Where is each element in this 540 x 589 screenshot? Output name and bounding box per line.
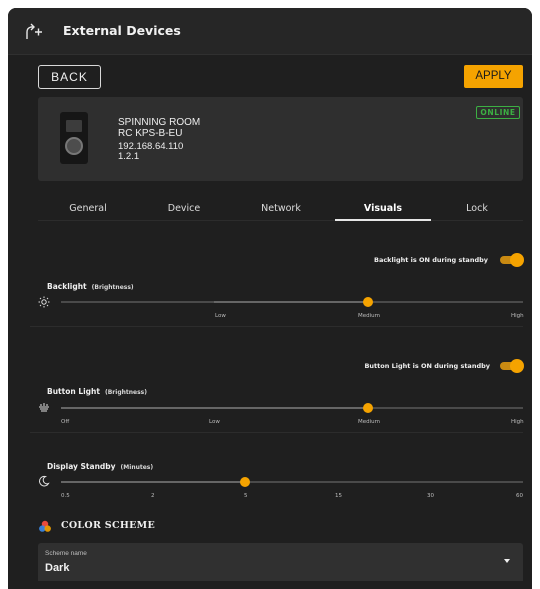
tab-bar: General Device Network Visuals Lock xyxy=(38,198,523,221)
backlight-tick-medium: Medium xyxy=(358,313,380,319)
tab-network[interactable]: Network xyxy=(235,203,327,221)
display-standby-tick: 0.5 xyxy=(61,493,70,499)
display-standby-tick: 5 xyxy=(244,493,248,499)
button-light-standby-toggle[interactable] xyxy=(500,359,524,373)
back-button[interactable]: BACK xyxy=(38,65,101,89)
title-bar: External Devices xyxy=(8,8,532,55)
device-image xyxy=(60,112,88,164)
section-divider xyxy=(30,326,523,327)
display-standby-slider-fill xyxy=(61,481,244,483)
page-title: External Devices xyxy=(63,23,181,38)
palette-icon xyxy=(39,520,51,532)
display-standby-slider-thumb[interactable] xyxy=(240,477,250,487)
display-standby-title: Display Standby (Minutes) xyxy=(47,462,154,471)
button-light-icon xyxy=(39,403,49,412)
button-light-slider-thumb[interactable] xyxy=(363,403,373,413)
backlight-standby-toggle[interactable] xyxy=(500,253,524,267)
button-light-tick-high: High xyxy=(511,419,524,425)
section-divider xyxy=(30,432,523,433)
button-light-tick-off: Off xyxy=(61,419,70,425)
button-light-title: Button Light (Brightness) xyxy=(47,387,147,396)
backlight-title: Backlight (Brightness) xyxy=(47,282,134,291)
external-devices-window: External Devices BACK APPLY SPINNING ROO… xyxy=(8,8,532,589)
device-model: RC KPS-B-EU xyxy=(118,128,183,139)
apply-button[interactable]: APPLY xyxy=(464,65,523,88)
display-standby-tick: 15 xyxy=(335,493,342,499)
tab-lock[interactable]: Lock xyxy=(431,203,523,221)
device-link-icon xyxy=(26,23,42,39)
backlight-tick-low: Low xyxy=(215,313,226,319)
backlight-slider-thumb[interactable] xyxy=(363,297,373,307)
device-card: SPINNING ROOM RC KPS-B-EU 192.168.64.110… xyxy=(38,97,523,181)
tab-device[interactable]: Device xyxy=(138,203,230,221)
chevron-down-icon[interactable] xyxy=(504,559,510,563)
display-standby-tick: 30 xyxy=(427,493,434,499)
scheme-name-select[interactable]: Scheme name Dark xyxy=(38,543,523,581)
device-room: SPINNING ROOM xyxy=(118,117,201,128)
scheme-name-label: Scheme name xyxy=(45,550,87,557)
display-standby-tick: 60 xyxy=(516,493,523,499)
backlight-slider-fill xyxy=(214,301,368,303)
button-light-standby-label: Button Light is ON during standby xyxy=(364,362,490,370)
backlight-standby-label: Backlight is ON during standby xyxy=(373,256,488,264)
tab-general[interactable]: General xyxy=(42,203,134,221)
moon-icon xyxy=(39,475,50,487)
status-badge: ONLINE xyxy=(476,106,520,119)
button-light-tick-medium: Medium xyxy=(358,419,380,425)
device-version: 1.2.1 xyxy=(118,151,140,162)
button-light-tick-low: Low xyxy=(209,419,220,425)
display-standby-tick: 2 xyxy=(151,493,155,499)
brightness-icon xyxy=(38,296,50,308)
scheme-name-value: Dark xyxy=(45,562,70,574)
color-scheme-title: COLOR SCHEME xyxy=(61,520,155,531)
backlight-tick-high: High xyxy=(511,313,524,319)
tab-visuals[interactable]: Visuals xyxy=(335,203,431,221)
button-light-slider-fill xyxy=(61,407,368,409)
